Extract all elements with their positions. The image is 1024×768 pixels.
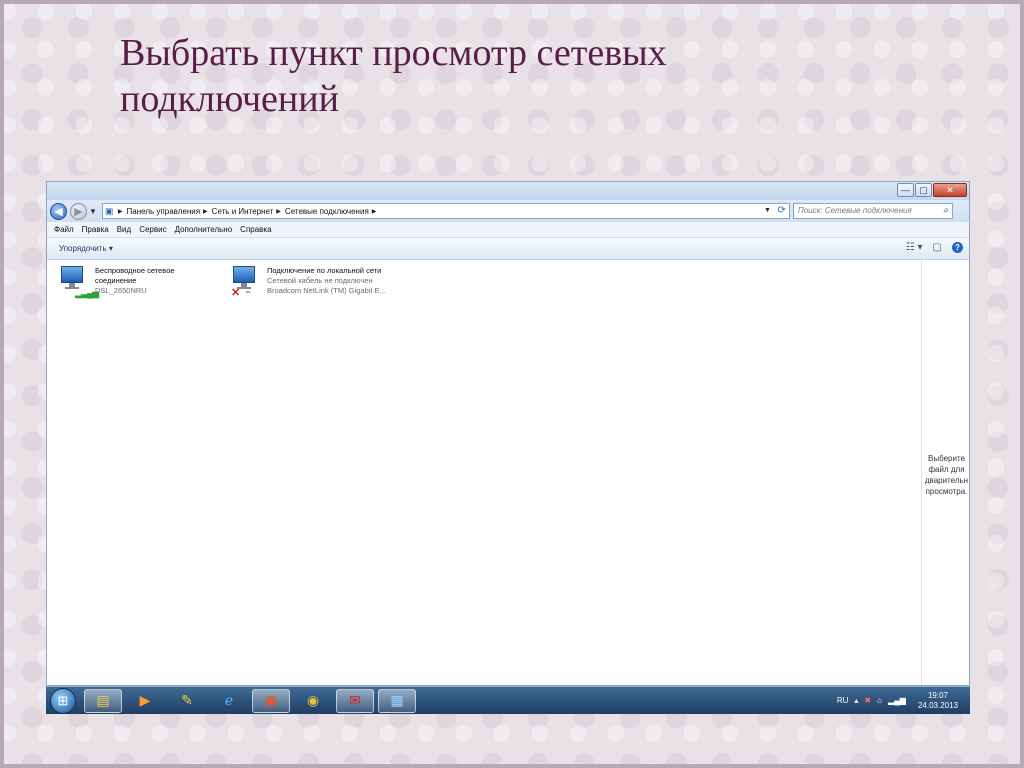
connection-adapter: Broadcom NetLink (TM) Gigabit E... [267,286,386,295]
address-dropdown-icon[interactable]: ▼ [764,207,771,214]
slide-title-line2: подключений [120,78,339,120]
paint-icon[interactable]: ✎ [168,689,206,713]
search-placeholder: Поиск: Сетевые подключения [797,206,912,215]
help-icon[interactable]: ? [952,242,963,253]
maximize-button[interactable]: ▢ [915,183,932,197]
address-row: ◀ ▶ ▼ ▣ ▶ Панель управления ▶ Сеть и Инт… [47,200,969,222]
chevron-right-icon[interactable]: ▶ [118,208,123,215]
minimize-button[interactable]: — [897,183,914,197]
forward-button[interactable]: ▶ [70,202,87,220]
chevron-right-icon[interactable]: ▶ [372,208,377,215]
preview-line: просмотра. [925,487,968,496]
language-indicator[interactable]: RU [837,696,849,705]
explorer-window: — ▢ ✕ ◀ ▶ ▼ ▣ ▶ Панель управления ▶ Сеть… [46,181,970,686]
antivirus-icon[interactable]: ✖ [864,696,871,705]
control-panel-icon: ▣ [104,206,114,216]
preview-line: файл для [928,465,965,474]
connection-item-lan[interactable]: ✕ ⌁ Подключение по локальной сети Сетево… [231,266,386,300]
window-controls: — ▢ ✕ [897,183,967,197]
connection-name: Беспроводное сетевое [95,266,175,275]
chevron-right-icon[interactable]: ▶ [203,208,208,215]
connection-ssid: DSL_2650NRU [95,286,147,295]
disconnected-x-icon: ✕ [231,287,241,299]
preview-pane: Выберите файл для дварительн просмотра. [921,260,969,685]
connection-item-wireless[interactable]: ▂▃▄▅ Беспроводное сетевое соединение DSL… [59,266,175,300]
search-icon[interactable]: ⌕ [943,204,949,218]
slide-title-line1: Выбрать пункт просмотр сетевых [120,32,667,74]
recent-pages-dropdown[interactable]: ▼ [89,207,97,216]
search-input[interactable]: Поиск: Сетевые подключения ⌕ [792,203,953,219]
slide-title: Выбрать пункт просмотр сетевых подключен… [120,30,920,122]
menu-help[interactable]: Справка [240,225,271,234]
connection-name-line2: соединение [95,276,137,285]
menu-tools[interactable]: Сервис [139,225,166,234]
start-button[interactable]: ⊞ [50,687,76,714]
address-bar[interactable]: ▣ ▶ Панель управления ▶ Сеть и Интернет … [101,203,790,219]
chrome-icon[interactable]: ◉ [294,689,332,713]
preview-pane-icon[interactable]: ▢ [933,242,942,253]
menu-advanced[interactable]: Дополнительно [175,225,233,234]
menu-bar: Файл Правка Вид Сервис Дополнительно Спр… [47,222,969,238]
ie-icon[interactable]: ℯ [210,689,248,713]
organize-button[interactable]: Упорядочить ▾ [59,244,113,253]
menu-view[interactable]: Вид [117,225,131,234]
pdf-icon[interactable]: ✉ [336,688,374,713]
clock-time: 19:07 [927,690,948,700]
preview-message: Выберите файл для дварительн просмотра. [924,453,969,497]
presentation-icon[interactable]: ▣ [252,688,290,713]
breadcrumb-network-internet[interactable]: Сеть и Интернет [212,207,274,216]
title-bar: — ▢ ✕ [47,182,969,200]
signal-bars-icon: ▂▃▄▅ [75,288,99,298]
change-view-icon[interactable]: ☷ ▾ [906,242,923,253]
clock[interactable]: 19:07 24.03.2013 [918,691,958,711]
network-tray-icon[interactable]: ⌂ [877,696,882,705]
media-player-icon[interactable]: ▶ [126,689,164,713]
connections-list: ▂▃▄▅ Беспроводное сетевое соединение DSL… [47,260,921,685]
back-button[interactable]: ◀ [50,202,67,220]
view-controls: ☷ ▾ ▢ ? [906,242,963,253]
show-hidden-icons-icon[interactable]: ▴ [854,696,858,705]
chevron-right-icon[interactable]: ▶ [276,208,281,215]
menu-file[interactable]: Файл [54,225,74,234]
system-tray: RU ▴ ✖ ⌂ ▂▄▆ 19:07 24.03.2013 [837,687,970,714]
cable-icon: ⌁ [245,287,252,298]
breadcrumb-control-panel[interactable]: Панель управления [127,207,201,216]
breadcrumb-network-connections[interactable]: Сетевые подключения [285,207,369,216]
preview-line: дварительн [924,476,969,485]
command-bar: Упорядочить ▾ ☷ ▾ ▢ ? [47,238,969,260]
signal-tray-icon[interactable]: ▂▄▆ [888,696,906,705]
lan-network-icon: ✕ ⌁ [231,266,261,300]
folder-icon[interactable]: ▤ [84,688,122,713]
taskbar: ⊞ ▤ ▶ ✎ ℯ ▣ ◉ ✉ ▦ RU ▴ ✖ ⌂ ▂▄▆ 19:07 24.… [46,686,970,714]
connection-name: Подключение по локальной сети [267,266,382,275]
network-icon[interactable]: ▦ [378,688,416,713]
menu-edit[interactable]: Правка [82,225,109,234]
clock-date: 24.03.2013 [917,700,958,710]
refresh-icon[interactable]: ⟳ [778,205,786,216]
connection-status: Сетевой кабель не подключен [267,276,373,285]
preview-line: Выберите [928,454,965,463]
wireless-network-icon: ▂▃▄▅ [59,266,99,300]
close-button[interactable]: ✕ [933,183,967,197]
